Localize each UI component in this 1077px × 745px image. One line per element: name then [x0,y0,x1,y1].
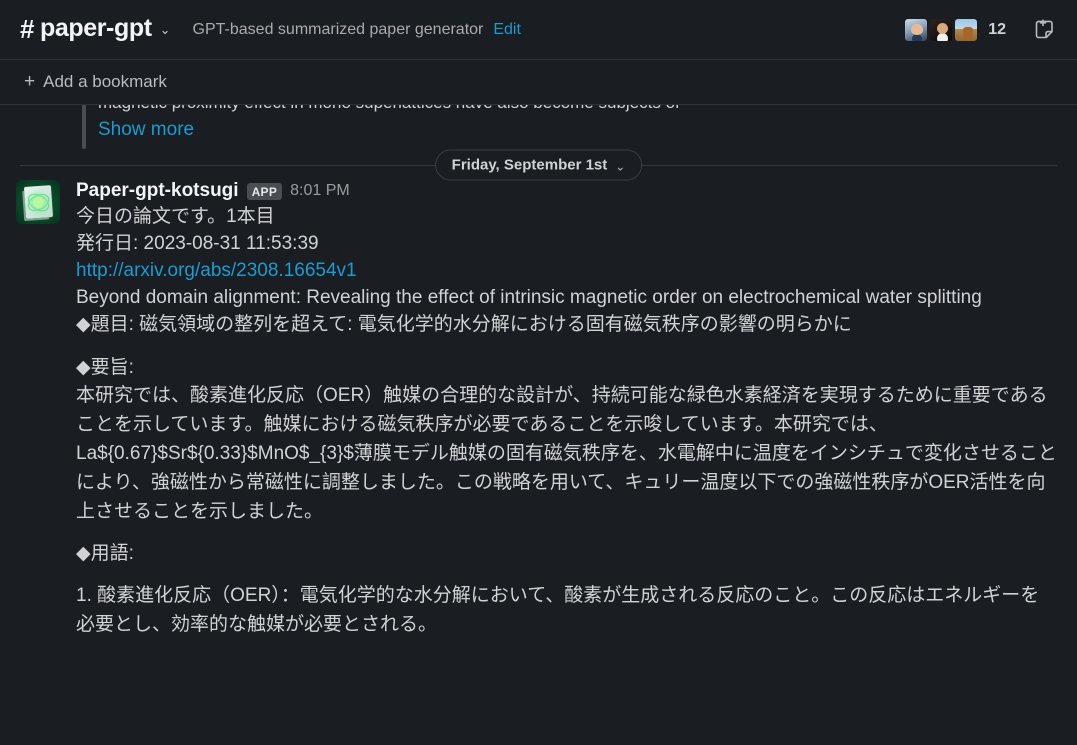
message-body: Paper-gpt-kotsugi APP 8:01 PM 今日の論文です。1本… [76,180,1057,639]
channel-title: paper-gpt [39,14,152,43]
date-divider-label: Friday, September 1st [451,156,608,174]
avatar [953,16,980,43]
atom-nucleus-icon [33,197,44,208]
add-note-icon [1035,18,1053,38]
term-item-1: 1. 酸素進化反応（OER）：電気化学的な水分解において、酸素が生成される反応の… [76,585,1040,635]
paper-title-ja: ◆題目: 磁気領域の整列を超えて: 電気化学的水分解における固有磁気秩序の影響の… [76,314,852,335]
avatar[interactable] [16,180,60,224]
message-author[interactable]: Paper-gpt-kotsugi [76,180,239,202]
show-more-link[interactable]: Show more [98,119,194,141]
header-right-controls: 12 [896,13,1061,47]
hash-icon: # [20,14,34,44]
member-avatars [903,16,980,43]
plus-icon: + [24,70,36,92]
paper-url-link[interactable]: http://arxiv.org/abs/2308.16654v1 [76,257,357,284]
message-intro-line: 今日の論文です。1本目 [76,206,275,227]
message-timestamp[interactable]: 8:01 PM [290,182,350,200]
abstract-heading: ◆要旨: [76,357,134,378]
add-canvas-button[interactable] [1027,13,1061,47]
avatar [928,16,955,43]
clipped-message-text: magnetic proximity effect in mono superl… [98,105,1057,115]
members-button[interactable]: 12 [896,14,1013,46]
channel-name-button[interactable]: # paper-gpt ⌄ [18,12,177,47]
paper-title-en: Beyond domain alignment: Revealing the e… [76,287,982,308]
avatar [903,16,930,43]
terms-heading: ◆用語: [76,543,134,564]
chevron-down-icon: ⌄ [159,22,171,37]
channel-header: # paper-gpt ⌄ GPT-based summarized paper… [0,0,1077,60]
chevron-down-icon: ⌄ [615,159,626,173]
message-header: Paper-gpt-kotsugi APP 8:01 PM [76,180,1057,202]
edit-topic-link[interactable]: Edit [493,21,521,39]
date-divider-button[interactable]: Friday, September 1st ⌄ [434,149,643,181]
message: Paper-gpt-kotsugi APP 8:01 PM 今日の論文です。1本… [0,166,1077,639]
bookmark-bar: + Add a bookmark [0,60,1077,105]
add-bookmark-button[interactable]: + Add a bookmark [16,68,175,96]
member-count: 12 [988,20,1006,38]
channel-topic: GPT-based summarized paper generator [192,20,484,38]
date-divider: Friday, September 1st ⌄ [20,149,1057,181]
app-badge: APP [246,182,283,200]
message-list[interactable]: magnetic proximity effect in mono superl… [0,105,1077,745]
abstract-body: 本研究では、酸素進化反応（OER）触媒の合理的な設計が、持続可能な緑色水素経済を… [76,385,1057,522]
add-bookmark-label: Add a bookmark [43,72,167,91]
attachment-quote-bar [82,105,86,149]
message-published-date: 発行日: 2023-08-31 11:53:39 [76,233,319,254]
